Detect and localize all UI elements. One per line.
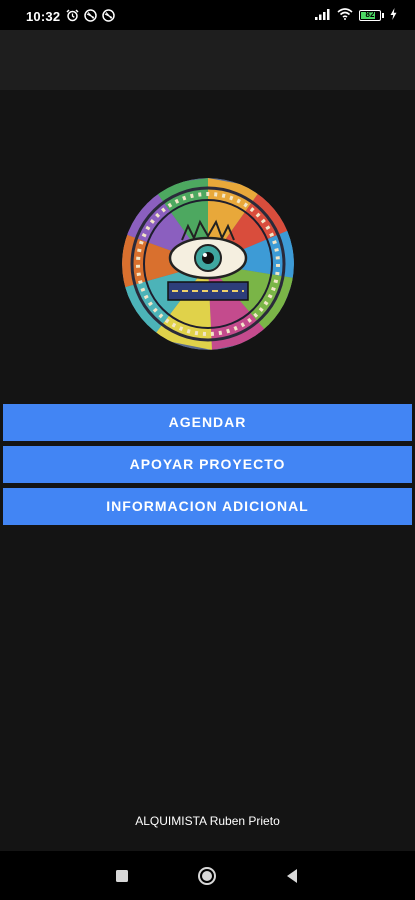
- status-bar: 10:32 82: [0, 0, 415, 30]
- circular-mandala-eye-logo: [122, 178, 294, 350]
- home-icon[interactable]: [194, 863, 220, 889]
- agendar-button[interactable]: AGENDAR: [3, 404, 412, 441]
- status-right-icons: 82: [315, 8, 397, 23]
- app-screen: 10:32 82 AGENDAR APOYAR PROYECTO INFORMA…: [0, 0, 415, 900]
- back-icon[interactable]: [279, 863, 305, 889]
- signal-icon: [315, 8, 331, 23]
- app-bar: [0, 30, 415, 90]
- battery-icon: 82: [359, 10, 384, 21]
- charging-icon: [390, 8, 397, 23]
- navigation-bar: [0, 851, 415, 900]
- recents-icon[interactable]: [109, 863, 135, 889]
- apoyar-proyecto-button[interactable]: APOYAR PROYECTO: [3, 446, 412, 483]
- do-not-disturb-icon: [84, 9, 97, 25]
- do-not-disturb-icon: [102, 9, 115, 25]
- author-credit: ALQUIMISTA Ruben Prieto: [135, 814, 280, 828]
- informacion-adicional-button[interactable]: INFORMACION ADICIONAL: [3, 488, 412, 525]
- wifi-icon: [337, 8, 353, 23]
- status-left-icons: [66, 9, 115, 25]
- battery-level: 82: [365, 10, 375, 19]
- alarm-icon: [66, 9, 79, 25]
- status-time: 10:32: [26, 9, 61, 24]
